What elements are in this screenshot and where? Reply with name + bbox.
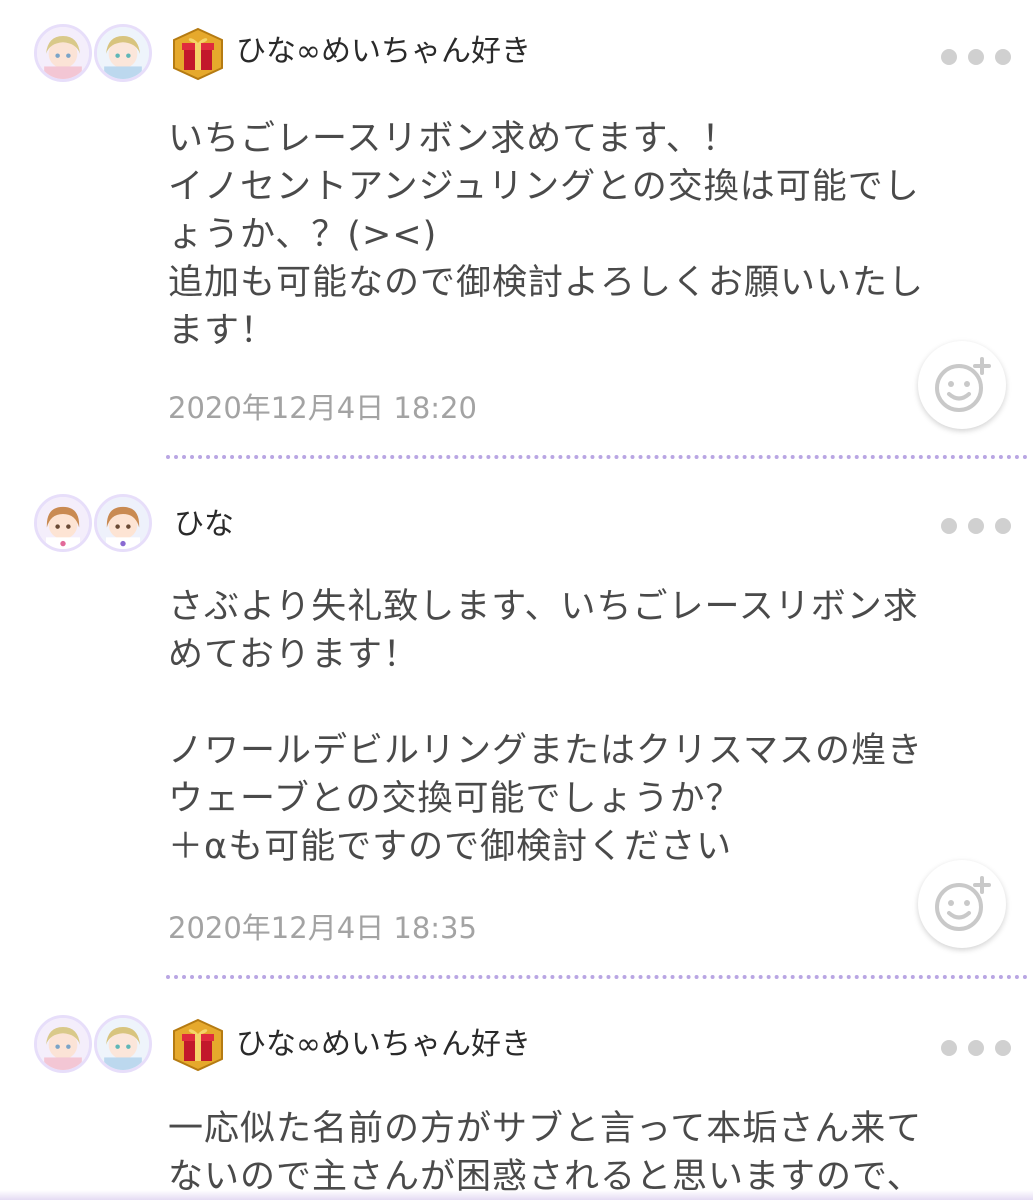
comment-timestamp: 2020年12月4日 18:35	[168, 911, 477, 945]
comment-feed: ひな∞めいちゃん好き いちごレースリボン求めてます、！ イノセントアンジュリング…	[0, 0, 1033, 1200]
comment-divider	[166, 975, 1028, 979]
comment-post: ひな∞めいちゃん好き いちごレースリボン求めてます、！ イノセントアンジュリング…	[0, 0, 1033, 455]
add-emoji-reaction-icon[interactable]	[918, 860, 1006, 948]
comment-body: 一応似た名前の方がサブと言って本垢さん来て ないので主さんが困惑されると思います…	[168, 1109, 923, 1197]
avatar-icon[interactable]	[94, 24, 152, 82]
avatar-icon[interactable]	[94, 1015, 152, 1073]
gift-box-icon	[170, 1017, 226, 1073]
comment-divider	[166, 455, 1028, 459]
more-dots-icon[interactable]	[941, 1038, 1011, 1058]
username[interactable]: ひな	[174, 505, 234, 545]
more-dots-icon[interactable]	[941, 47, 1011, 67]
comment-body: さぶより失礼致します、いちごレースリボン求 めております！ ノワールデビルリング…	[168, 587, 923, 867]
avatar-icon[interactable]	[94, 494, 152, 552]
more-dots-icon[interactable]	[941, 516, 1011, 536]
bottom-edge	[0, 1190, 1033, 1200]
comment-body: いちごレースリボン求めてます、！ イノセントアンジュリングとの交換は可能でし ょ…	[168, 119, 925, 351]
username[interactable]: ひな∞めいちゃん好き	[236, 32, 531, 72]
comment-post: ひな∞めいちゃん好き 一応似た名前の方がサブと言って本垢さん来て ないので主さん…	[0, 985, 1033, 1200]
username[interactable]: ひな∞めいちゃん好き	[236, 1025, 531, 1065]
gift-box-icon	[170, 26, 226, 82]
avatar-icon[interactable]	[34, 1015, 92, 1073]
avatar-icon[interactable]	[34, 494, 92, 552]
avatar-icon[interactable]	[34, 24, 92, 82]
comment-post: ひな さぶより失礼致します、いちごレースリボン求 めております！ ノワールデビル…	[0, 465, 1033, 975]
comment-timestamp: 2020年12月4日 18:20	[168, 391, 477, 425]
add-emoji-reaction-icon[interactable]	[918, 341, 1006, 429]
